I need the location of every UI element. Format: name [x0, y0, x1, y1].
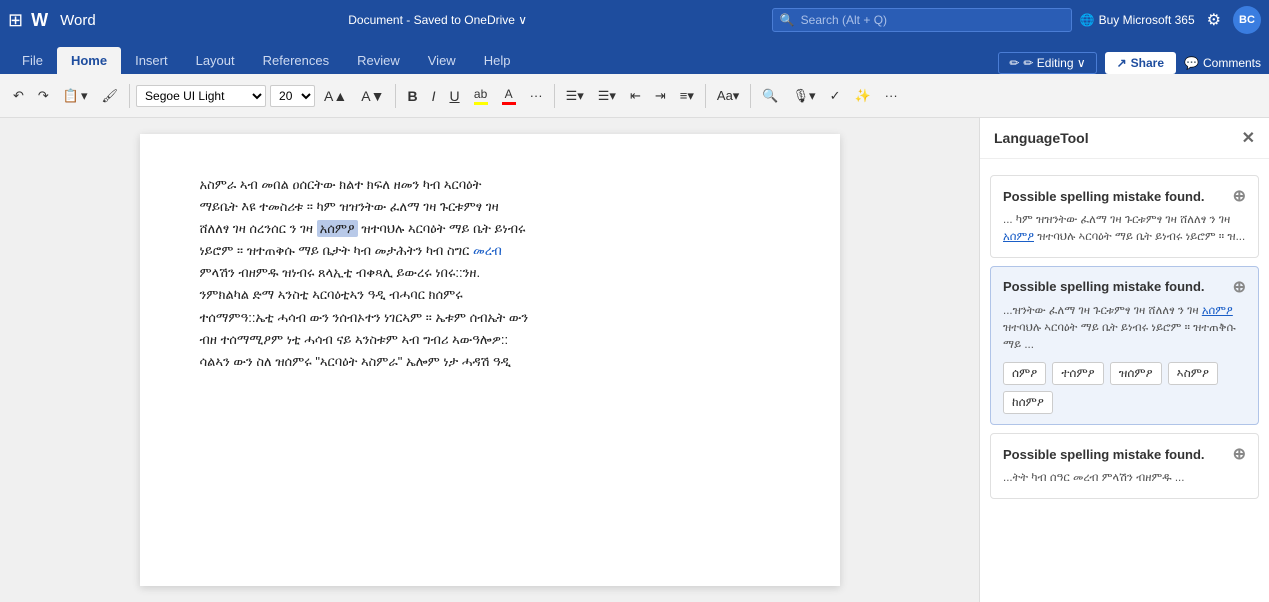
- toolbar: ↶ ↷ 📋 ▾ 🖌 Segoe UI Light Calibri Arial 2…: [0, 74, 1269, 118]
- indent-decrease-button[interactable]: ⇤: [625, 85, 646, 107]
- suggestion-link-1[interactable]: አሰምዖ: [1003, 231, 1034, 243]
- share-icon: ↗: [1117, 56, 1127, 70]
- buy-microsoft-365[interactable]: 🌐 Buy Microsoft 365: [1080, 13, 1195, 27]
- comments-button[interactable]: 💬 Comments: [1184, 56, 1261, 70]
- font-color-bar: [502, 102, 516, 105]
- highlight-button[interactable]: ab: [469, 84, 493, 108]
- editor-button[interactable]: ✓: [825, 85, 846, 107]
- comments-icon: 💬: [1184, 56, 1199, 70]
- search-icon: 🔍: [780, 13, 795, 27]
- font-family-select[interactable]: Segoe UI Light Calibri Arial: [136, 85, 266, 107]
- styles-button[interactable]: Aa▾: [712, 85, 744, 107]
- suggestion-title-1: Possible spelling mistake found. ⊕: [1003, 186, 1246, 206]
- suggestion-text-3: ...ትት ካብ ሰዓር መረብ ምላሽን ብዘምዱ ...: [1003, 470, 1246, 487]
- highlight-color-bar: [474, 102, 488, 105]
- search-wrapper: 🔍: [772, 8, 1072, 32]
- ribbon-tab-actions: ✏ ✏ Editing ∨ ↗ Share 💬 Comments: [998, 52, 1261, 74]
- tab-view[interactable]: View: [414, 47, 470, 74]
- search-input[interactable]: [772, 8, 1072, 32]
- format-painter-button[interactable]: 🖌: [97, 85, 124, 107]
- app-name: Word: [60, 12, 96, 29]
- sidebar-header: LanguageTool ✕: [980, 118, 1269, 159]
- clipboard-button[interactable]: 📋 ▾: [58, 85, 93, 107]
- dictate-button[interactable]: 🎙▾: [788, 85, 821, 107]
- suggestion-title-3: Possible spelling mistake found. ⊕: [1003, 444, 1246, 464]
- suggestion-add-2[interactable]: ⊕: [1233, 277, 1246, 297]
- option-4[interactable]: ኣስምዖ: [1168, 362, 1218, 385]
- numbering-button[interactable]: ☰▾: [593, 85, 621, 107]
- tab-home[interactable]: Home: [57, 47, 121, 74]
- suggestion-card-1: Possible spelling mistake found. ⊕ ... ካ…: [990, 175, 1259, 258]
- more-tools-button[interactable]: ···: [880, 85, 903, 106]
- sidebar: LanguageTool ✕ Possible spelling mistake…: [979, 118, 1269, 602]
- suggestion-add-3[interactable]: ⊕: [1233, 444, 1246, 464]
- option-3[interactable]: ዝሰምዖ: [1110, 362, 1162, 385]
- doc-title: Document - Saved to OneDrive ∨: [112, 13, 764, 27]
- undo-button[interactable]: ↶: [8, 85, 29, 107]
- font-size-select[interactable]: 20 12 14 16 18: [270, 85, 315, 107]
- suggestion-link-2[interactable]: አሰምዖ: [1202, 305, 1233, 317]
- suggestion-add-1[interactable]: ⊕: [1233, 186, 1246, 206]
- bullets-button[interactable]: ☰▾: [561, 85, 589, 107]
- doc-area[interactable]: አስምራ ኣብ መበል ዐሰርትው ክልተ ክፍለ ዘመን ካብ ኣርባዕት ማ…: [0, 118, 979, 602]
- tab-help[interactable]: Help: [470, 47, 525, 74]
- italic-button[interactable]: I: [427, 85, 441, 107]
- bold-button[interactable]: B: [402, 85, 422, 107]
- increase-font-button[interactable]: A▲: [319, 85, 352, 107]
- settings-gear-icon[interactable]: ⚙: [1207, 10, 1221, 30]
- redo-button[interactable]: ↷: [33, 85, 54, 107]
- sidebar-content: Possible spelling mistake found. ⊕ ... ካ…: [980, 159, 1269, 602]
- toolbar-divider-4: [705, 84, 706, 108]
- tab-layout[interactable]: Layout: [182, 47, 249, 74]
- doc-paragraph-1: አስምራ ኣብ መበል ዐሰርትው ክልተ ክፍለ ዘመን ካብ ኣርባዕት ማ…: [200, 174, 780, 373]
- editing-button[interactable]: ✏ ✏ Editing ∨: [998, 52, 1096, 74]
- tab-file[interactable]: File: [8, 47, 57, 74]
- toolbar-divider-3: [554, 84, 555, 108]
- font-color-label: A: [505, 87, 513, 101]
- toolbar-divider-1: [129, 84, 130, 108]
- find-replace-button[interactable]: 🔍: [757, 85, 783, 107]
- pencil-icon: ✏: [1009, 56, 1019, 70]
- decrease-font-button[interactable]: A▼: [356, 85, 389, 107]
- suggestion-title-2: Possible spelling mistake found. ⊕: [1003, 277, 1246, 297]
- ribbon-tabs: File Home Insert Layout References Revie…: [0, 40, 1269, 74]
- buy-ms-icon: 🌐: [1080, 13, 1095, 27]
- sidebar-title: LanguageTool: [994, 130, 1089, 146]
- suggestion-text-1: ... ካም ዝዝንትው ፈለማ ገዛ ጉርቱምፃ ገዛ ሸለለፃ ን ገዛ አ…: [1003, 212, 1246, 247]
- font-color-button[interactable]: A: [497, 84, 521, 108]
- word-logo: W: [31, 10, 48, 31]
- suggestion-options: ሰምዖ ተሰምዖ ዝሰምዖ ኣስምዖ ከሰምዖ: [1003, 362, 1246, 414]
- highlight-label: ab: [474, 87, 487, 101]
- align-button[interactable]: ≡▾: [675, 85, 699, 107]
- underline-button[interactable]: U: [444, 85, 464, 107]
- more-formatting-button[interactable]: ···: [525, 85, 548, 106]
- grid-icon[interactable]: ⊞: [8, 10, 23, 31]
- toolbar-divider-2: [395, 84, 396, 108]
- share-button[interactable]: ↗ Share: [1105, 52, 1176, 74]
- tab-references[interactable]: References: [249, 47, 343, 74]
- tab-review[interactable]: Review: [343, 47, 414, 74]
- avatar[interactable]: BC: [1233, 6, 1261, 34]
- clipboard-chevron: ▾: [81, 88, 88, 104]
- toolbar-divider-5: [750, 84, 751, 108]
- blue-word: መረብ: [473, 243, 502, 258]
- doc-page: አስምራ ኣብ መበል ዐሰርትው ክልተ ክፍለ ዘመን ካብ ኣርባዕት ማ…: [140, 134, 840, 586]
- highlighted-word: አሰምዖ: [317, 220, 358, 237]
- clipboard-icon: 📋: [63, 88, 79, 104]
- suggestion-text-2: ...ዝንትው ፈለማ ገዛ ጉርቱምፃ ገዛ ሸለለፃ ን ገዛ አሰምዖ ዝ…: [1003, 303, 1246, 355]
- option-2[interactable]: ተሰምዖ: [1052, 362, 1103, 385]
- suggestion-card-3: Possible spelling mistake found. ⊕ ...ትት…: [990, 433, 1259, 498]
- option-5[interactable]: ከሰምዖ: [1003, 391, 1053, 414]
- main-layout: አስምራ ኣብ መበል ዐሰርትው ክልተ ክፍለ ዘመን ካብ ኣርባዕት ማ…: [0, 118, 1269, 602]
- suggestion-card-2: Possible spelling mistake found. ⊕ ...ዝን…: [990, 266, 1259, 426]
- indent-increase-button[interactable]: ⇥: [650, 85, 671, 107]
- tab-insert[interactable]: Insert: [121, 47, 182, 74]
- sidebar-close-button[interactable]: ✕: [1242, 128, 1255, 148]
- option-1[interactable]: ሰምዖ: [1003, 362, 1046, 385]
- title-bar: ⊞ W Word Document - Saved to OneDrive ∨ …: [0, 0, 1269, 40]
- title-bar-right: 🌐 Buy Microsoft 365 ⚙ BC: [1080, 6, 1261, 34]
- rewrite-button[interactable]: ✨: [849, 85, 875, 107]
